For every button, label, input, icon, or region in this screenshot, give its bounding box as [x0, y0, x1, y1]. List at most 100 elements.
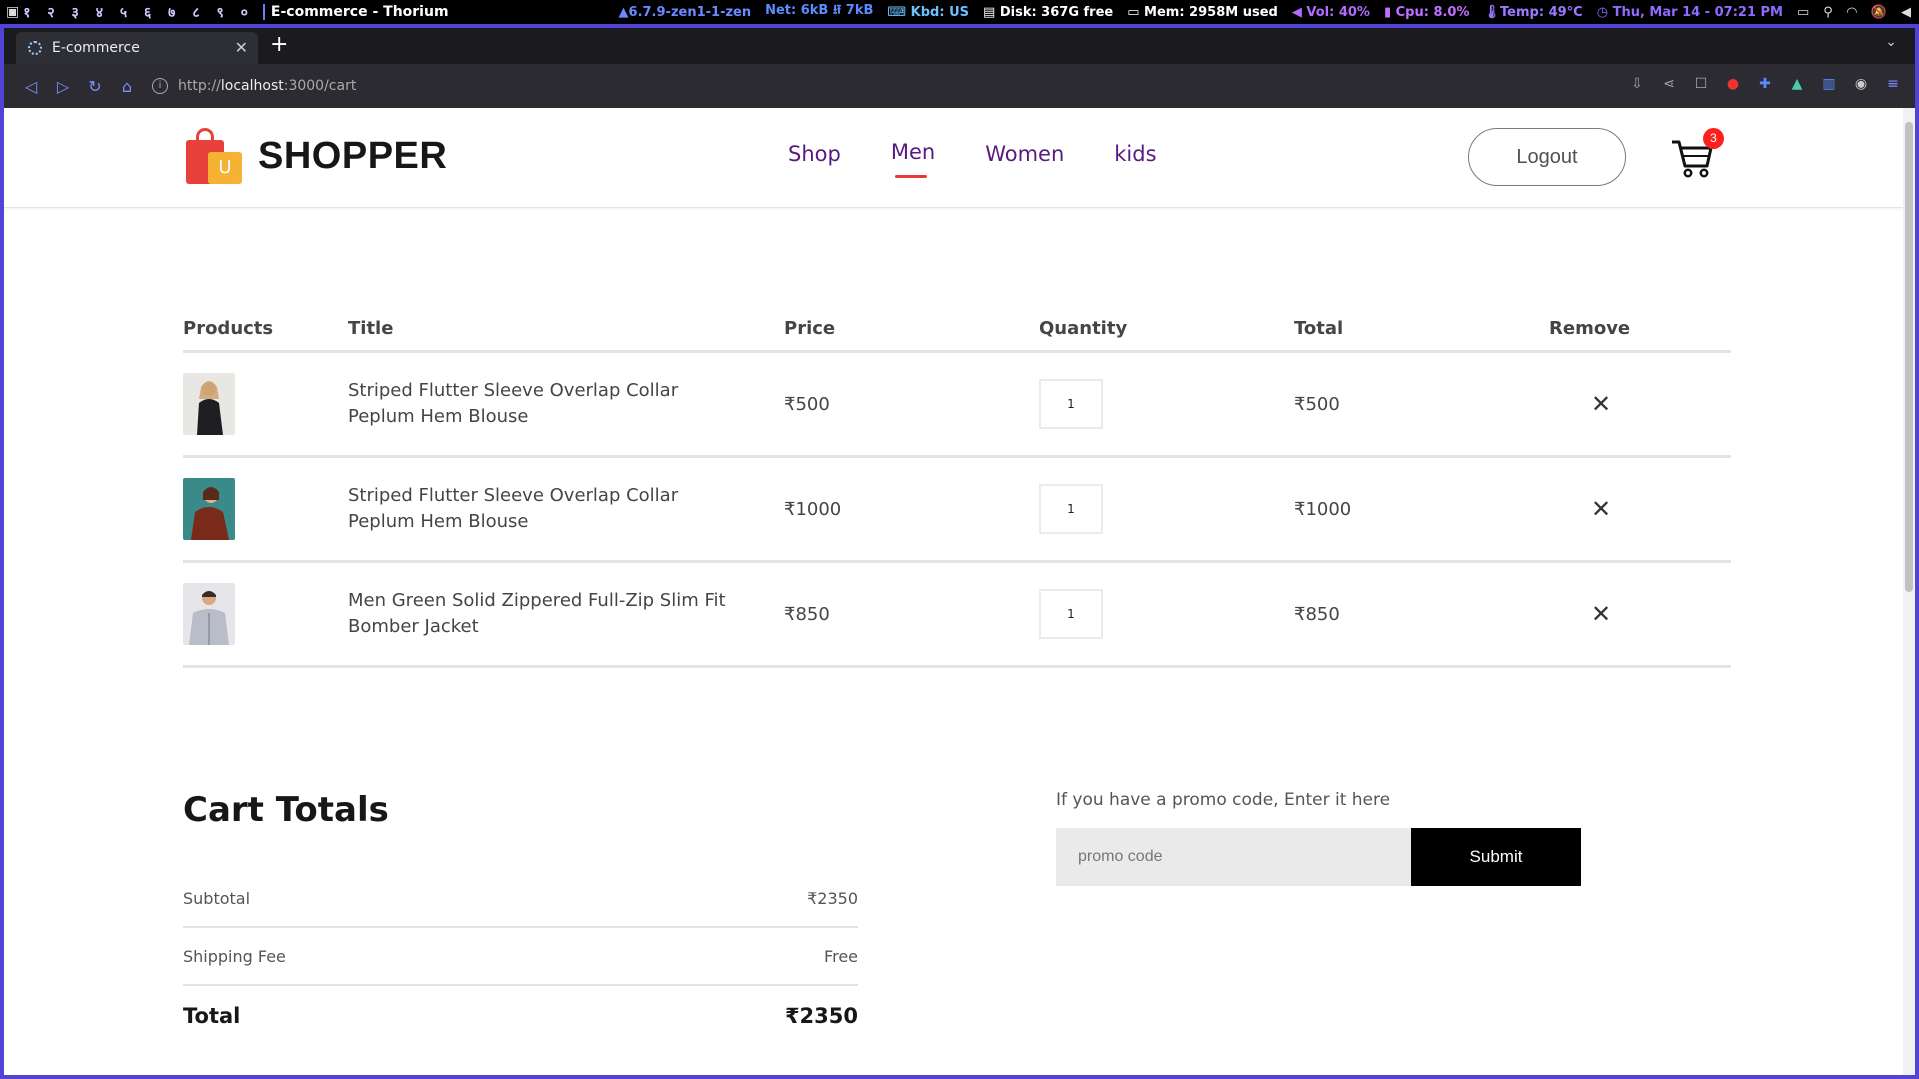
extensions-icon[interactable]: ✚ [1757, 76, 1773, 92]
subtotal-value: ₹2350 [807, 888, 858, 908]
memory-status: ▭ Mem: 2958M used [1127, 4, 1278, 20]
network-usage: Net: 6kB ⭿ 7kB [765, 3, 874, 18]
brand-name: SHOPPER [258, 134, 448, 177]
workspace-list: १ २ ३ ४ ५ ६ ७ ८ ९ ० [23, 3, 259, 22]
quantity-field[interactable]: 1 [1039, 379, 1103, 429]
workspace-7[interactable]: ७ [168, 5, 176, 21]
address-bar[interactable]: i http://localhost:3000/cart [152, 72, 356, 100]
header-title: Title [348, 318, 394, 339]
install-icon[interactable]: ⇩ [1629, 76, 1645, 92]
menu-item-men[interactable]: Men [891, 140, 935, 178]
disk-status: ▤ Disk: 367G free [983, 4, 1114, 20]
header-remove: Remove [1549, 318, 1631, 339]
menu-item-women[interactable]: Women [985, 142, 1064, 166]
workspace-6[interactable]: ६ [144, 5, 152, 21]
header-price: Price [784, 318, 836, 339]
bookmark-icon[interactable]: ☐ [1693, 76, 1709, 92]
react-favicon-icon [28, 41, 42, 55]
page-viewport: U SHOPPER Shop Men Women kids Logout 3 P… [4, 108, 1915, 1075]
clock[interactable]: ◷ Thu, Mar 14 - 07:21 PM [1597, 5, 1783, 20]
battery-icon: ▭ [1796, 4, 1810, 20]
ublock-extension-icon[interactable]: ● [1725, 76, 1741, 92]
product-title: Striped Flutter Sleeve Overlap Collar Pe… [348, 485, 679, 532]
keyboard-layout: ⌨ Kbd: US [887, 4, 970, 20]
menu-item-kids[interactable]: kids [1114, 142, 1156, 166]
product-thumbnail[interactable] [183, 373, 235, 435]
cart-totals: Cart Totals Subtotal ₹2350 Shipping Fee … [183, 790, 858, 1046]
notification-off-icon[interactable]: 🔕 [1871, 5, 1887, 20]
product-thumbnail[interactable] [183, 478, 235, 540]
site-info-icon[interactable]: i [152, 78, 168, 94]
product-title: Men Green Solid Zippered Full-Zip Slim F… [348, 590, 726, 637]
reload-icon[interactable]: ↻ [82, 77, 108, 96]
promo-hint: If you have a promo code, Enter it here [1056, 790, 1391, 810]
site-navbar: U SHOPPER Shop Men Women kids Logout 3 [4, 108, 1903, 208]
remove-item-icon[interactable]: ✕ [1549, 600, 1731, 628]
shipping-value: Free [824, 946, 858, 966]
forward-icon[interactable]: ▷ [50, 77, 76, 96]
product-price: ₹1000 [784, 498, 842, 520]
toolbar-actions: ⇩ ⋖ ☐ ● ✚ ▲ ▥ ◉ ≡ [1629, 76, 1901, 92]
workspace-10[interactable]: ० [241, 5, 249, 21]
cart-count-badge: 3 [1703, 128, 1724, 149]
cart-row: Striped Flutter Sleeve Overlap Collar Pe… [183, 458, 1731, 560]
row-total: ₹500 [1294, 393, 1340, 415]
url-host: localhost [220, 78, 284, 94]
workspace-4[interactable]: ४ [96, 5, 104, 21]
share-icon[interactable]: ⋖ [1661, 76, 1677, 92]
cart-table: Products Title Price Quantity Total Remo… [183, 318, 1731, 668]
logout-button[interactable]: Logout [1468, 128, 1626, 186]
url-path: :3000/cart [283, 78, 357, 94]
active-window-title: E-commerce - Thorium [262, 4, 449, 20]
system-status-bar: ▣ १ २ ३ ४ ५ ६ ७ ८ ९ ० E-commerce - Thori… [0, 0, 1919, 24]
shopping-bag-logo-icon: U [184, 126, 244, 186]
back-icon[interactable]: ◁ [18, 77, 44, 96]
home-icon[interactable]: ⌂ [114, 77, 140, 96]
workspace-2[interactable]: २ [47, 5, 55, 21]
link-icon[interactable]: ⚲ [1823, 5, 1833, 20]
browser-toolbar: ◁ ▷ ↻ ⌂ i http://localhost:3000/cart ⇩ ⋖… [4, 64, 1915, 108]
header-products: Products [183, 318, 274, 339]
promo-submit-button[interactable]: Submit [1411, 828, 1581, 886]
new-tab-icon[interactable]: + [270, 32, 288, 57]
tab-ecommerce[interactable]: E-commerce ✕ [16, 32, 258, 64]
quantity-field[interactable]: 1 [1039, 589, 1103, 639]
menu-icon[interactable]: ≡ [1885, 76, 1901, 92]
product-title: Striped Flutter Sleeve Overlap Collar Pe… [348, 380, 679, 427]
app-grid-icon[interactable]: ▣ [6, 4, 19, 20]
menu-item-shop[interactable]: Shop [788, 142, 841, 166]
row-total: ₹850 [1294, 603, 1340, 625]
browser-window: E-commerce ✕ + ⌄ ◁ ▷ ↻ ⌂ i http://localh… [0, 24, 1919, 1079]
profile-avatar-icon[interactable]: ◉ [1853, 76, 1869, 92]
total-value: ₹2350 [784, 1004, 858, 1028]
subtotal-label: Subtotal [183, 888, 251, 908]
remove-item-icon[interactable]: ✕ [1549, 390, 1731, 418]
remove-item-icon[interactable]: ✕ [1549, 495, 1731, 523]
header-total: Total [1294, 318, 1344, 339]
total-label: Total [183, 1004, 241, 1028]
tab-search-chevron-icon[interactable]: ⌄ [1885, 34, 1897, 50]
close-tab-icon[interactable]: ✕ [235, 38, 248, 57]
page-scrollbar[interactable] [1903, 108, 1915, 1075]
workspace-9[interactable]: ९ [216, 5, 224, 21]
product-price: ₹850 [784, 603, 830, 625]
workspace-5[interactable]: ५ [120, 5, 128, 21]
url-prefix: http:// [178, 78, 221, 94]
promo-code-input[interactable] [1056, 828, 1411, 886]
workspace-8[interactable]: ८ [192, 5, 200, 21]
promo-section: If you have a promo code, Enter it here … [1056, 790, 1581, 886]
workspace-1[interactable]: १ [23, 5, 31, 21]
scrollbar-thumb[interactable] [1905, 122, 1913, 592]
sidebar-icon[interactable]: ▥ [1821, 76, 1837, 92]
speaker-icon[interactable]: ◀ [1901, 5, 1911, 20]
brand-logo[interactable]: U SHOPPER [184, 126, 447, 186]
lab-extension-icon[interactable]: ▲ [1789, 76, 1805, 92]
workspace-3[interactable]: ३ [72, 5, 80, 21]
kernel-version: ▲6.7.9-zen1-1-zen [618, 4, 752, 20]
quantity-field[interactable]: 1 [1039, 484, 1103, 534]
product-thumbnail[interactable] [183, 583, 235, 645]
main-menu: Shop Men Women kids [788, 140, 1207, 178]
volume-status[interactable]: ◀ Vol: 40% [1292, 5, 1370, 20]
wifi-icon[interactable]: ◠ [1847, 5, 1857, 20]
row-total: ₹1000 [1294, 498, 1352, 520]
